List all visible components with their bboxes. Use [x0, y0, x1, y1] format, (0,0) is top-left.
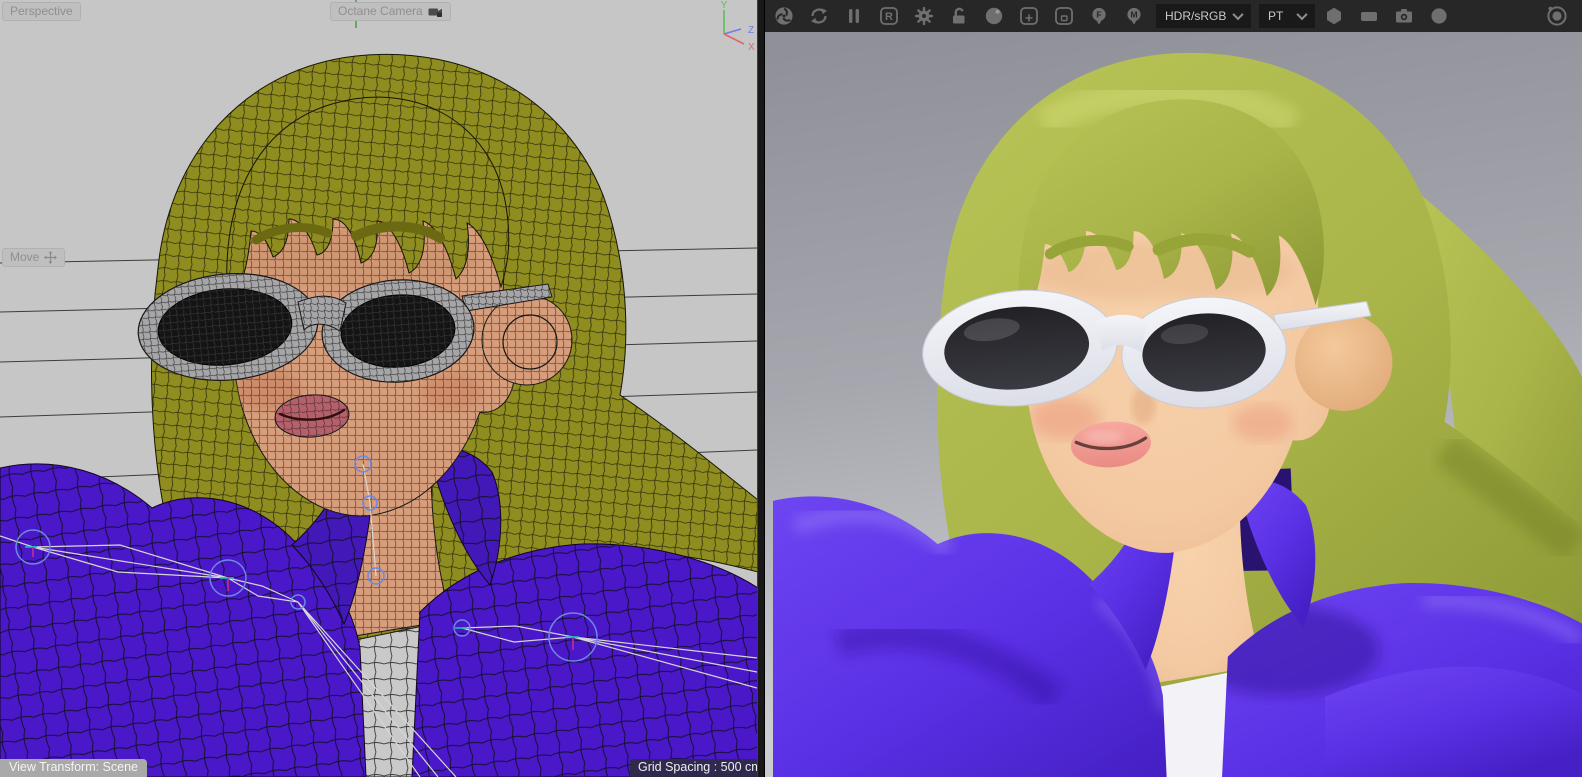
render-view[interactable] [765, 32, 1582, 777]
grid-spacing-text: Grid Spacing : 500 cm [638, 760, 757, 774]
color-space-select[interactable]: HDR/sRGB [1156, 4, 1251, 28]
refresh-icon[interactable] [806, 3, 832, 29]
render-jacket-right [1325, 666, 1582, 777]
pick-region-icon[interactable] [1051, 3, 1077, 29]
tool-label-text: Move [10, 250, 40, 264]
view-transform-status: View Transform: Scene [0, 759, 147, 777]
restart-region-icon[interactable]: R [876, 3, 902, 29]
chevron-down-icon [1232, 8, 1244, 21]
axis-gizmo: Y Z X [721, 0, 755, 53]
move-icon [44, 250, 58, 264]
view-label-text: Perspective [10, 4, 73, 18]
render-mode-select[interactable]: PT [1259, 4, 1315, 28]
svg-text:X: X [748, 42, 755, 53]
sphere-icon[interactable] [1426, 3, 1452, 29]
camera-label-text: Octane Camera [338, 4, 423, 18]
octane-toolbar: R F M HDR/sRGB PT [765, 0, 1582, 32]
grid-spacing-status: Grid Spacing : 500 cm [630, 759, 757, 777]
filmstrip-icon[interactable] [1356, 3, 1382, 29]
wireframe-viewport[interactable]: Y Z X Perspective Octane Camera Move Vie… [0, 0, 757, 777]
render-view-canvas[interactable] [765, 32, 1582, 777]
camera-capture-icon[interactable] [1391, 3, 1417, 29]
wireframe-viewport-canvas[interactable]: Y Z X [0, 0, 757, 777]
settings-gear-icon[interactable] [911, 3, 937, 29]
octane-logo-icon[interactable] [771, 3, 797, 29]
color-space-value: HDR/sRGB [1165, 9, 1227, 23]
hexagon-icon[interactable] [1321, 3, 1347, 29]
svg-text:Y: Y [721, 0, 728, 11]
svg-text:Z: Z [748, 25, 754, 36]
wireframe-character [0, 53, 757, 777]
pause-icon[interactable] [841, 3, 867, 29]
viewport-camera-label: Octane Camera [330, 2, 451, 21]
material-picker-pin-icon[interactable]: M [1121, 3, 1147, 29]
camera-icon [428, 8, 442, 17]
octane-orbit-icon[interactable] [1544, 3, 1570, 29]
focus-picker-pin-icon[interactable]: F [1086, 3, 1112, 29]
octane-live-viewer: R F M HDR/sRGB PT [765, 0, 1582, 777]
add-region-icon[interactable] [1016, 3, 1042, 29]
svg-text:F: F [1096, 10, 1101, 20]
chevron-down-icon [1296, 8, 1308, 21]
viewport-view-label: Perspective [2, 2, 81, 21]
lock-open-icon[interactable] [946, 3, 972, 29]
svg-text:M: M [1130, 10, 1137, 20]
tool-hint-label: Move [2, 248, 66, 267]
view-transform-text: View Transform: Scene [9, 760, 138, 774]
pane-divider[interactable] [757, 0, 765, 777]
render-mode-value: PT [1268, 9, 1284, 23]
svg-text:R: R [885, 11, 893, 23]
render-ball-icon[interactable] [981, 3, 1007, 29]
